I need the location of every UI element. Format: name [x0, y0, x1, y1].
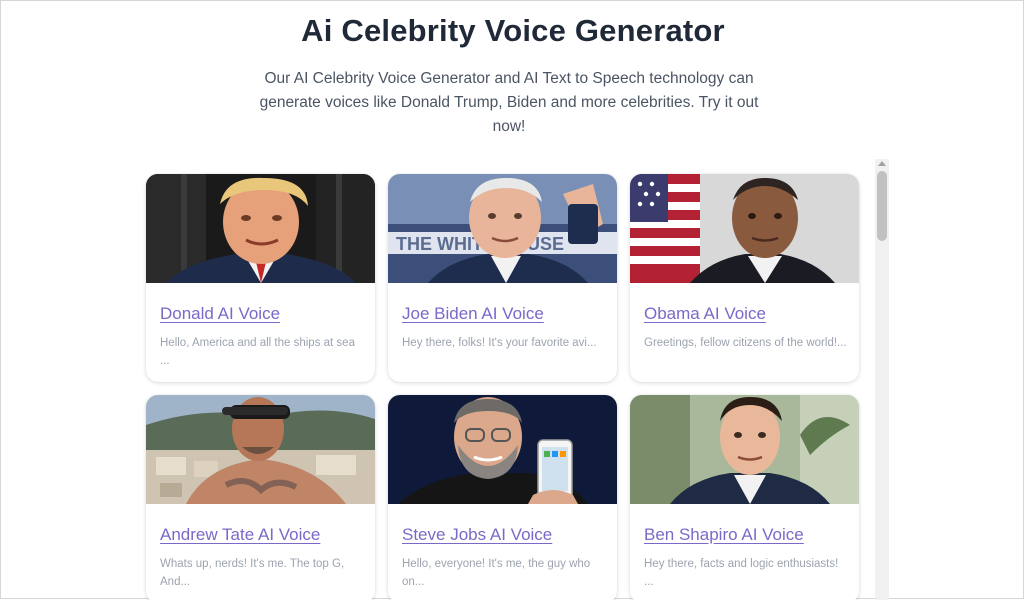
joe-biden-photo[interactable]: THE WHITE HOUSE [388, 174, 617, 283]
voice-card-title-link[interactable]: Obama AI Voice [644, 304, 766, 324]
voice-card-title-link[interactable]: Joe Biden AI Voice [402, 304, 544, 324]
voice-card-description: Hello, everyone! It's me, the guy who on… [402, 558, 591, 588]
voice-card-andrew-tate[interactable]: Andrew Tate AI Voice Whats up, nerds! It… [146, 395, 375, 600]
voice-card-joe-biden[interactable]: THE WHITE HOUSE Joe Biden AI Voice Hey t… [388, 174, 617, 382]
voice-card-donald[interactable]: Donald AI Voice Hello, America and all t… [146, 174, 375, 382]
voice-card-description: Hello, America and all the ships at sea … [160, 337, 355, 367]
andrew-tate-photo[interactable] [146, 395, 375, 504]
scroll-up-arrow-icon[interactable] [878, 161, 886, 166]
voice-card-title-link[interactable]: Steve Jobs AI Voice [402, 525, 552, 545]
page-title: Ai Celebrity Voice Generator [301, 13, 725, 48]
voice-card-description: Hey there, facts and logic enthusiasts! … [644, 558, 839, 588]
vertical-scrollbar[interactable] [875, 159, 889, 600]
voice-card-title-link[interactable]: Andrew Tate AI Voice [160, 525, 320, 545]
steve-jobs-photo[interactable] [388, 395, 617, 504]
page-frame: Ai Celebrity Voice Generator Our AI Cele… [0, 0, 1024, 600]
voice-card-title-link[interactable]: Ben Shapiro AI Voice [644, 525, 804, 545]
obama-photo[interactable] [630, 174, 859, 283]
voice-card-obama[interactable]: Obama AI Voice Greetings, fellow citizen… [630, 174, 859, 382]
donald-trump-photo[interactable] [146, 174, 375, 283]
voice-card-description: Hey there, folks! It's your favorite avi… [402, 337, 597, 349]
voice-card-description: Greetings, fellow citizens of the world!… [644, 337, 847, 349]
voice-card-ben-shapiro[interactable]: Ben Shapiro AI Voice Hey there, facts an… [630, 395, 859, 600]
voice-card-steve-jobs[interactable]: Steve Jobs AI Voice Hello, everyone! It'… [388, 395, 617, 600]
voice-card-title-link[interactable]: Donald AI Voice [160, 304, 280, 324]
voice-card-description: Whats up, nerds! It's me. The top G, And… [160, 558, 345, 588]
voice-card-grid[interactable]: Donald AI Voice Hello, America and all t… [141, 159, 891, 600]
scrollbar-thumb[interactable] [877, 171, 887, 241]
ben-shapiro-photo[interactable] [630, 395, 859, 504]
page-subtitle: Our AI Celebrity Voice Generator and AI … [259, 70, 759, 135]
